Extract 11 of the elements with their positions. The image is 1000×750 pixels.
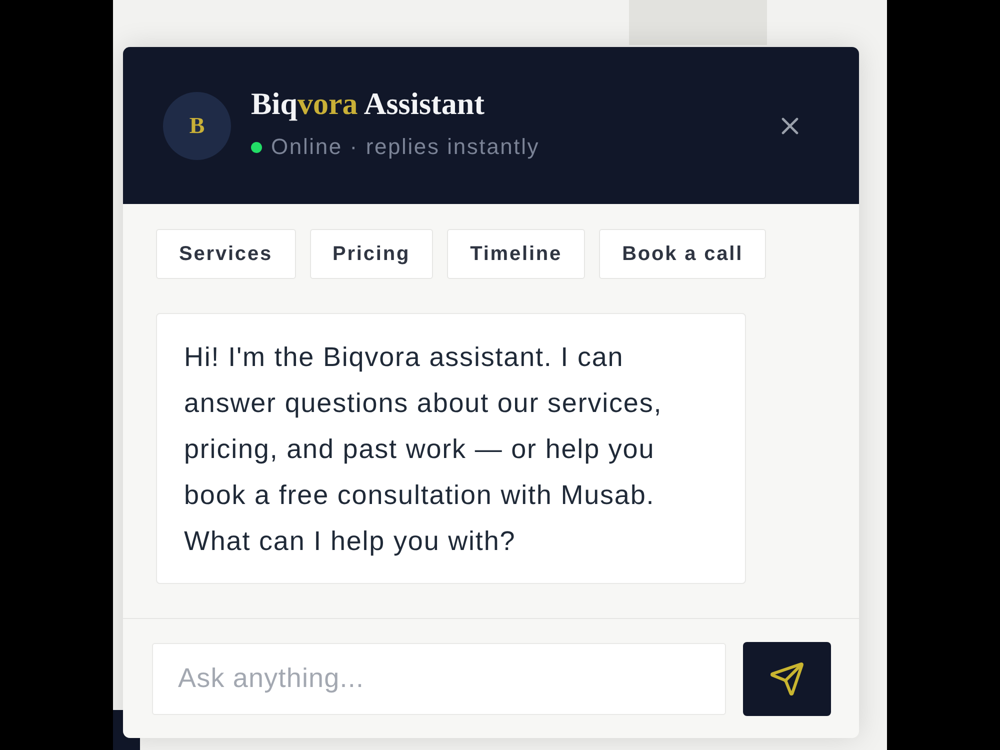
send-button[interactable]	[743, 642, 831, 716]
quick-reply-button[interactable]: Timeline	[447, 229, 586, 279]
avatar: B	[163, 92, 231, 160]
message-input[interactable]: Ask anything...	[152, 642, 726, 714]
chat-title: Biqvora Assistant	[251, 86, 484, 122]
send-icon	[769, 660, 805, 696]
status-text: Online · replies instantly	[271, 134, 540, 160]
quick-reply-button[interactable]: Book a call	[599, 229, 766, 279]
message-bubble: Hi! I'm the Biqvora assistant. I can answer questions about our services, pricing, and past work — or help you book a free consultation with Musab. What can I help you with?	[156, 313, 746, 584]
quick-reply-button[interactable]: Pricing	[310, 229, 434, 279]
quick-reply-button[interactable]: Services	[156, 229, 296, 279]
